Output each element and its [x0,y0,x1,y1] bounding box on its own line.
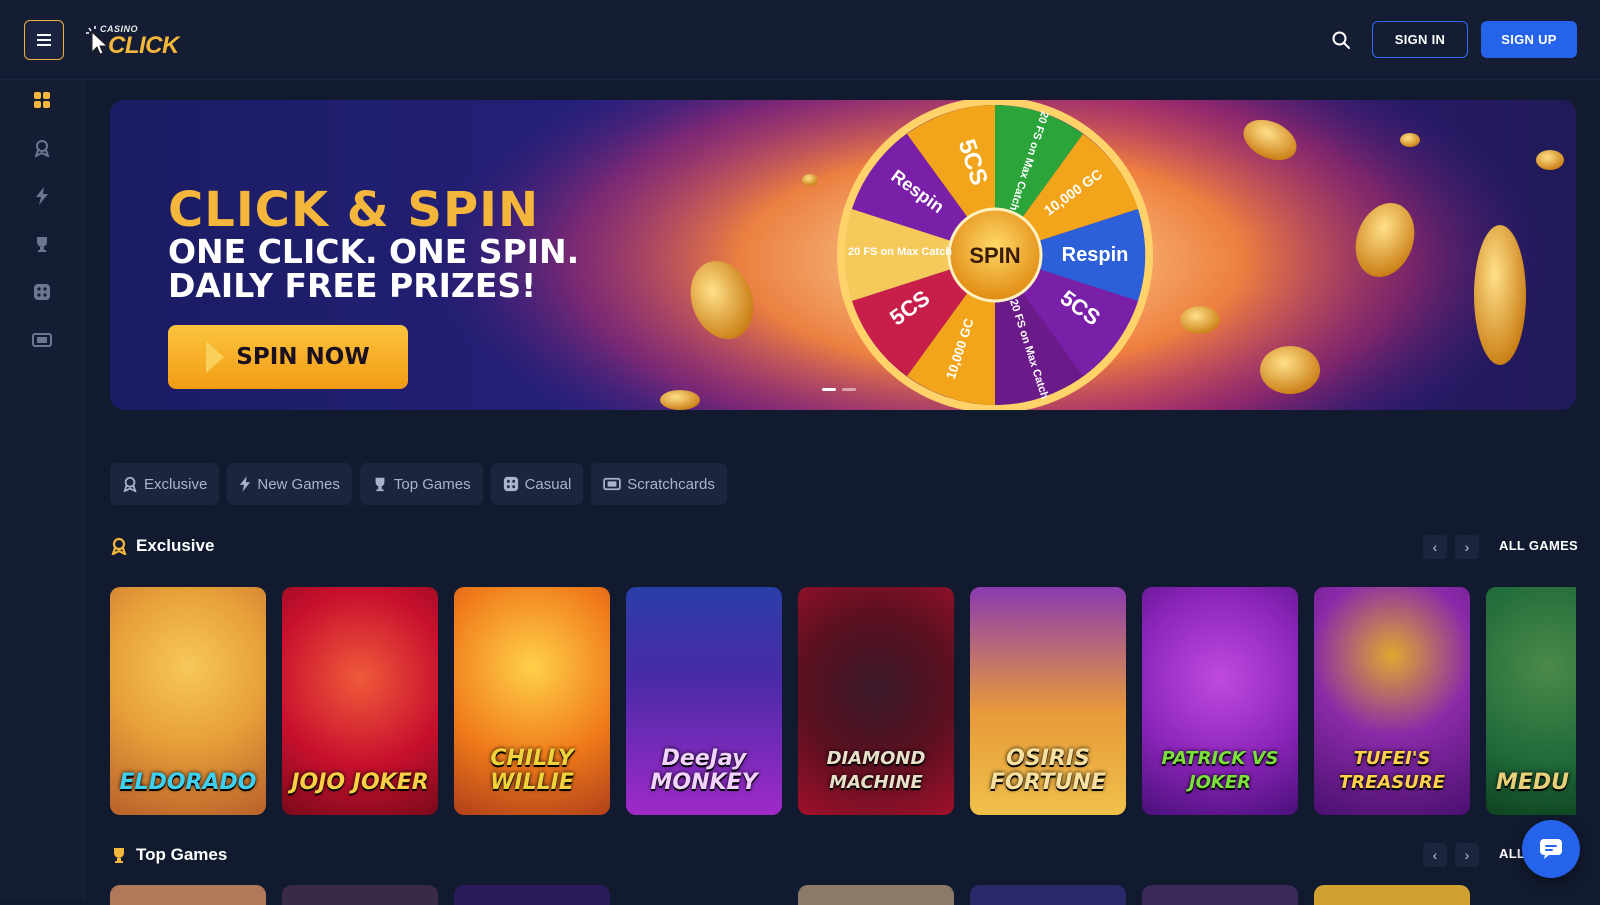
chevron-right-icon: › [1464,847,1470,863]
game-card[interactable]: MEDU FUR [1486,587,1576,815]
section-title: Top Games [136,845,228,864]
all-games-link[interactable]: ALL GAMES [1499,538,1578,553]
sidebar-item-new-games[interactable] [32,186,52,206]
filter-label: Top Games [393,475,471,493]
game-card[interactable]: ELDORADO [110,587,266,815]
exclusive-icon [123,476,137,492]
sidebar-item-top-games[interactable] [32,234,52,254]
exclusive-games-row: ELDORADO JOJO JOKER CHILLY WILLIE DeeJay… [110,587,1576,817]
ticket-icon [32,333,52,347]
sidebar-item-lobby[interactable] [32,90,52,110]
chevron-left-icon: ‹ [1432,847,1438,863]
trophy-icon [37,237,47,252]
banner-title: CLICK & SPIN [168,182,540,238]
filter-label: New Games [257,475,340,493]
game-title: ELDORADO [119,770,257,795]
logo[interactable]: CASINO CLICK [86,22,196,62]
top-games-row [110,885,1576,905]
game-card[interactable]: JOJO JOKER [282,587,438,815]
game-card[interactable]: PATRICK VS JOKER [1142,587,1298,815]
game-card[interactable] [970,885,1126,905]
carousel-indicator [822,388,856,391]
filter-top-games[interactable]: Top Games [359,463,483,505]
wheel-segment-label: 20 FS on Max Catch [848,246,952,258]
dice-icon [503,476,518,492]
top-bar: CASINO CLICK SIGN IN SIGN UP [0,0,1600,80]
filter-exclusive[interactable]: Exclusive [110,463,220,505]
game-card[interactable] [454,885,610,905]
sidebar-item-casual[interactable] [32,282,52,302]
sidebar-item-exclusive[interactable] [32,138,52,158]
game-title: JOJO JOKER [291,770,429,795]
promo-banner[interactable]: SPIN 5CS 20 FS on Max Catch 10,000 GC Re… [110,100,1576,410]
top-games-carousel-nav: ‹ › [1423,843,1479,867]
banner-subtitle: ONE CLICK. ONE SPIN. DAILY FREE PRIZES! [168,235,628,303]
filter-label: Casual [524,475,572,493]
section-title: Exclusive [136,536,215,555]
game-title: MEDU FUR [1496,770,1576,795]
dice-icon [34,284,50,300]
grid-icon [34,92,50,108]
carousel-dot[interactable] [842,388,856,391]
logo-main-text: CLICK [108,32,179,59]
game-title: TUFEI'S TREASURE [1338,748,1446,793]
category-filter-bar: Exclusive New Games Top Games Casual Scr… [110,463,727,505]
filter-scratchcards[interactable]: Scratchcards [591,463,727,505]
banner-subtitle-line: ONE CLICK. ONE SPIN. [168,232,580,271]
filter-label: Scratchcards [627,475,715,493]
top-games-section-header: Top Games [110,843,227,867]
carousel-dot[interactable] [822,388,836,391]
game-title: DIAMOND MACHINE [826,748,926,793]
hamburger-icon [37,39,51,41]
sidebar-item-scratchcards[interactable] [32,330,52,350]
game-title: DeeJay MONKEY [650,746,758,795]
game-title: PATRICK VS JOKER [1161,748,1279,793]
exclusive-carousel-nav: ‹ › [1423,535,1479,559]
wheel-segment-label: Respin [1062,244,1129,266]
game-card[interactable]: TUFEI'S TREASURE [1314,587,1470,815]
sign-up-button[interactable]: SIGN UP [1481,21,1577,58]
trophy-icon [375,477,385,492]
filter-new-games[interactable]: New Games [227,463,352,505]
exclusive-icon [34,140,50,157]
trophy-icon [114,848,124,863]
play-arrow-icon [206,341,225,373]
game-card[interactable] [282,885,438,905]
exclusive-section-header: Exclusive [110,534,214,558]
game-card[interactable] [798,885,954,905]
chat-icon [1540,839,1562,859]
filter-label: Exclusive [144,475,208,493]
game-card[interactable]: OSIRIS FORTUNE [970,587,1126,815]
exclusive-icon [111,537,127,555]
search-button[interactable] [1325,24,1357,56]
lightning-icon [36,187,48,205]
game-title: OSIRIS FORTUNE [990,746,1106,795]
spin-now-button[interactable]: SPIN NOW [168,325,408,389]
game-card[interactable]: DeeJay MONKEY [626,587,782,815]
game-card[interactable]: CHILLY WILLIE [454,587,610,815]
chevron-left-icon: ‹ [1432,539,1438,555]
sign-in-button[interactable]: SIGN IN [1372,21,1468,58]
game-card[interactable] [1314,885,1470,905]
wheel-center-label: SPIN [969,243,1020,268]
lightning-icon [240,476,251,492]
filter-casual[interactable]: Casual [490,463,584,505]
sidebar [0,80,85,900]
game-card[interactable] [110,885,266,905]
chevron-right-icon: › [1464,539,1470,555]
menu-button[interactable] [24,20,64,60]
ticket-icon [603,477,622,491]
game-card[interactable] [1142,885,1298,905]
game-title: CHILLY WILLIE [490,746,574,795]
prize-wheel: SPIN 5CS 20 FS on Max Catch 10,000 GC Re… [837,100,1153,410]
next-arrow-button[interactable]: › [1455,843,1479,867]
next-arrow-button[interactable]: › [1455,535,1479,559]
banner-subtitle-line: DAILY FREE PRIZES! [168,266,537,305]
prev-arrow-button[interactable]: ‹ [1423,535,1447,559]
spin-now-label: SPIN NOW [236,344,370,370]
search-icon [1332,31,1350,49]
game-card[interactable]: DIAMOND MACHINE [798,587,954,815]
live-chat-button[interactable] [1522,820,1580,878]
prev-arrow-button[interactable]: ‹ [1423,843,1447,867]
